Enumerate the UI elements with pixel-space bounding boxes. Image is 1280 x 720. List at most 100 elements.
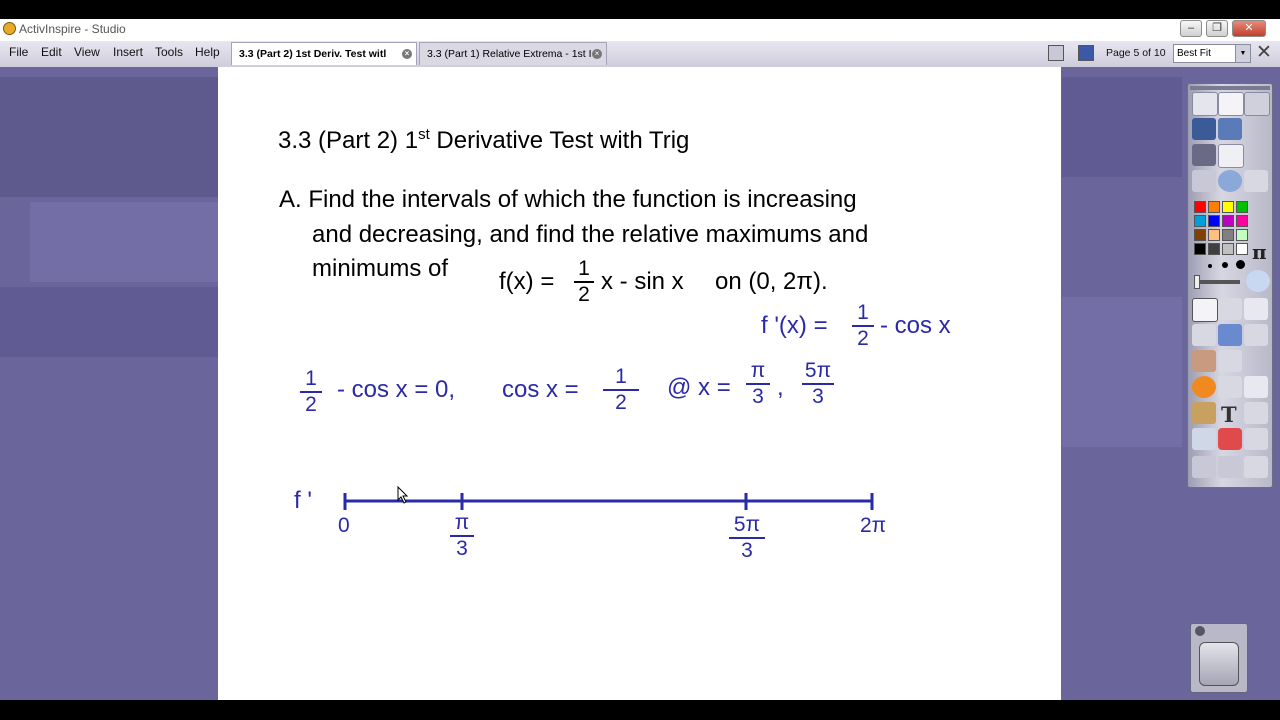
color-swatch-brown[interactable] xyxy=(1194,229,1206,241)
marker-icon[interactable] xyxy=(1218,324,1242,346)
browser-toggle-icon[interactable] xyxy=(1048,45,1064,61)
shape-tool-icon[interactable] xyxy=(1192,376,1216,398)
dice-icon[interactable] xyxy=(1244,170,1268,192)
color-swatch-black[interactable] xyxy=(1194,243,1206,255)
undo-icon[interactable] xyxy=(1192,456,1216,478)
menu-edit[interactable]: Edit xyxy=(41,45,62,59)
desktop-tools-icon[interactable] xyxy=(1218,118,1242,140)
fraction-numerator: 1 xyxy=(615,365,627,388)
color-swatch-cyan[interactable] xyxy=(1194,215,1206,227)
color-swatch-green[interactable] xyxy=(1236,201,1248,213)
pen-width-medium-icon[interactable] xyxy=(1222,262,1228,268)
equation-part-3: @ x = xyxy=(667,374,731,401)
tab-close-icon[interactable]: × xyxy=(592,49,602,59)
color-swatch-red[interactable] xyxy=(1194,201,1206,213)
page-icon[interactable] xyxy=(1244,376,1268,398)
chevron-down-icon[interactable]: ▼ xyxy=(1235,45,1250,62)
tick-label-5pi-over-3: 5π 3 xyxy=(729,513,765,563)
select-arrow-icon[interactable] xyxy=(1192,298,1218,322)
text-tool-icon[interactable]: T xyxy=(1221,402,1237,427)
revealer-icon[interactable] xyxy=(1192,428,1216,450)
color-swatch-white[interactable] xyxy=(1236,243,1248,255)
highlighter-icon[interactable] xyxy=(1192,324,1216,346)
redo-icon[interactable] xyxy=(1218,456,1242,478)
color-swatch-purple[interactable] xyxy=(1222,215,1234,227)
pen-width-large-icon[interactable] xyxy=(1236,260,1245,269)
color-swatch-orange[interactable] xyxy=(1208,201,1220,213)
trash-panel xyxy=(1190,623,1248,693)
toolbox-drag-handle[interactable] xyxy=(1190,86,1270,90)
paint-bucket-icon[interactable] xyxy=(1246,270,1270,292)
fraction-numerator: 1 xyxy=(857,301,869,324)
problem-line-2: and decreasing, and find the relative ma… xyxy=(312,221,869,248)
next-page-icon[interactable] xyxy=(1218,144,1244,168)
menu-insert[interactable]: Insert xyxy=(113,45,143,59)
dual-user-icon[interactable] xyxy=(1244,92,1270,116)
page-indicator: Page 5 of 10 xyxy=(1106,47,1166,59)
close-flipchart-icon[interactable]: ✕ xyxy=(1256,43,1272,63)
globe-icon[interactable] xyxy=(1218,170,1242,192)
fraction-denominator: 3 xyxy=(741,539,753,563)
number-line xyxy=(343,493,874,510)
color-swatch-yellow[interactable] xyxy=(1222,201,1234,213)
tick-label-zero: 0 xyxy=(338,514,350,537)
magic-ink-icon[interactable] xyxy=(1218,350,1242,372)
menu-file[interactable]: File xyxy=(9,45,28,59)
pen-width-slider[interactable] xyxy=(1194,280,1240,284)
delete-icon[interactable] xyxy=(1244,402,1268,424)
spotlight-icon[interactable] xyxy=(1218,428,1242,450)
main-menu-icon[interactable] xyxy=(1192,92,1218,116)
window-title-bar: ActivInspire - Studio – ❐ ✕ xyxy=(0,19,1280,41)
page-tool-icon[interactable] xyxy=(1244,428,1268,450)
color-swatch-silver[interactable] xyxy=(1222,243,1234,255)
page-copy-icon[interactable] xyxy=(1244,298,1268,320)
menu-help[interactable]: Help xyxy=(195,45,220,59)
connector-icon[interactable] xyxy=(1218,376,1242,398)
color-swatch-dark-gray[interactable] xyxy=(1208,243,1220,255)
clear-icon[interactable] xyxy=(1244,324,1268,346)
color-swatch-peach[interactable] xyxy=(1208,229,1220,241)
fill-icon[interactable] xyxy=(1192,402,1216,424)
fraction-denominator: 2 xyxy=(857,327,869,351)
trash-panel-pin-icon[interactable] xyxy=(1195,626,1205,636)
title-text: Derivative Test with Trig xyxy=(429,127,690,154)
tab-part2-flipchart[interactable]: 3.3 (Part 2) 1st Deriv. Test witl × xyxy=(231,42,417,65)
pi-symbol-icon[interactable]: π xyxy=(1252,240,1267,264)
background-block xyxy=(0,77,218,197)
minimize-button[interactable]: – xyxy=(1180,20,1202,37)
settings-gear-icon[interactable] xyxy=(1078,45,1094,61)
tab-part1-flipchart[interactable]: 3.3 (Part 1) Relative Extrema - 1st I × xyxy=(419,42,607,65)
close-window-button[interactable]: ✕ xyxy=(1232,20,1266,37)
desktop-annotate-icon[interactable] xyxy=(1192,118,1216,140)
eraser-icon[interactable] xyxy=(1192,350,1216,372)
menu-view[interactable]: View xyxy=(74,45,100,59)
fraction-numerator: π xyxy=(454,511,470,534)
problem-line-3: minimums of xyxy=(312,255,449,282)
solution-pi-over-3: π 3 xyxy=(746,359,770,408)
equation-part-2: cos x = xyxy=(502,376,579,403)
color-swatch-pink[interactable] xyxy=(1236,215,1248,227)
pen-icon[interactable] xyxy=(1218,298,1242,320)
color-swatch-light-green[interactable] xyxy=(1236,229,1248,241)
reset-page-icon[interactable] xyxy=(1192,170,1216,192)
background-block xyxy=(0,287,218,357)
trash-bin-icon[interactable] xyxy=(1199,642,1239,686)
slider-handle[interactable] xyxy=(1194,275,1200,289)
page-title: 3.3 (Part 2) 1st Derivative Test with Tr… xyxy=(278,126,689,155)
color-swatch-gray[interactable] xyxy=(1222,229,1234,241)
menu-tools[interactable]: Tools xyxy=(155,45,183,59)
equation-fraction: 1 2 xyxy=(603,365,639,414)
browser-icon[interactable] xyxy=(1218,92,1244,116)
background-block xyxy=(30,202,218,282)
tick-label-2pi: 2π xyxy=(860,514,887,537)
tab-close-icon[interactable]: × xyxy=(402,49,412,59)
restore-button[interactable]: ❐ xyxy=(1206,20,1228,37)
pen-width-small-icon[interactable] xyxy=(1208,264,1212,268)
previous-page-icon[interactable] xyxy=(1192,144,1216,166)
zoom-value: Best Fit xyxy=(1177,48,1211,59)
fraction-numerator: 1 xyxy=(578,257,590,280)
equation-fraction: 1 2 xyxy=(300,367,322,416)
zoom-select[interactable]: Best Fit ▼ xyxy=(1173,44,1251,63)
color-swatch-blue[interactable] xyxy=(1208,215,1220,227)
clipboard-icon[interactable] xyxy=(1244,456,1268,478)
